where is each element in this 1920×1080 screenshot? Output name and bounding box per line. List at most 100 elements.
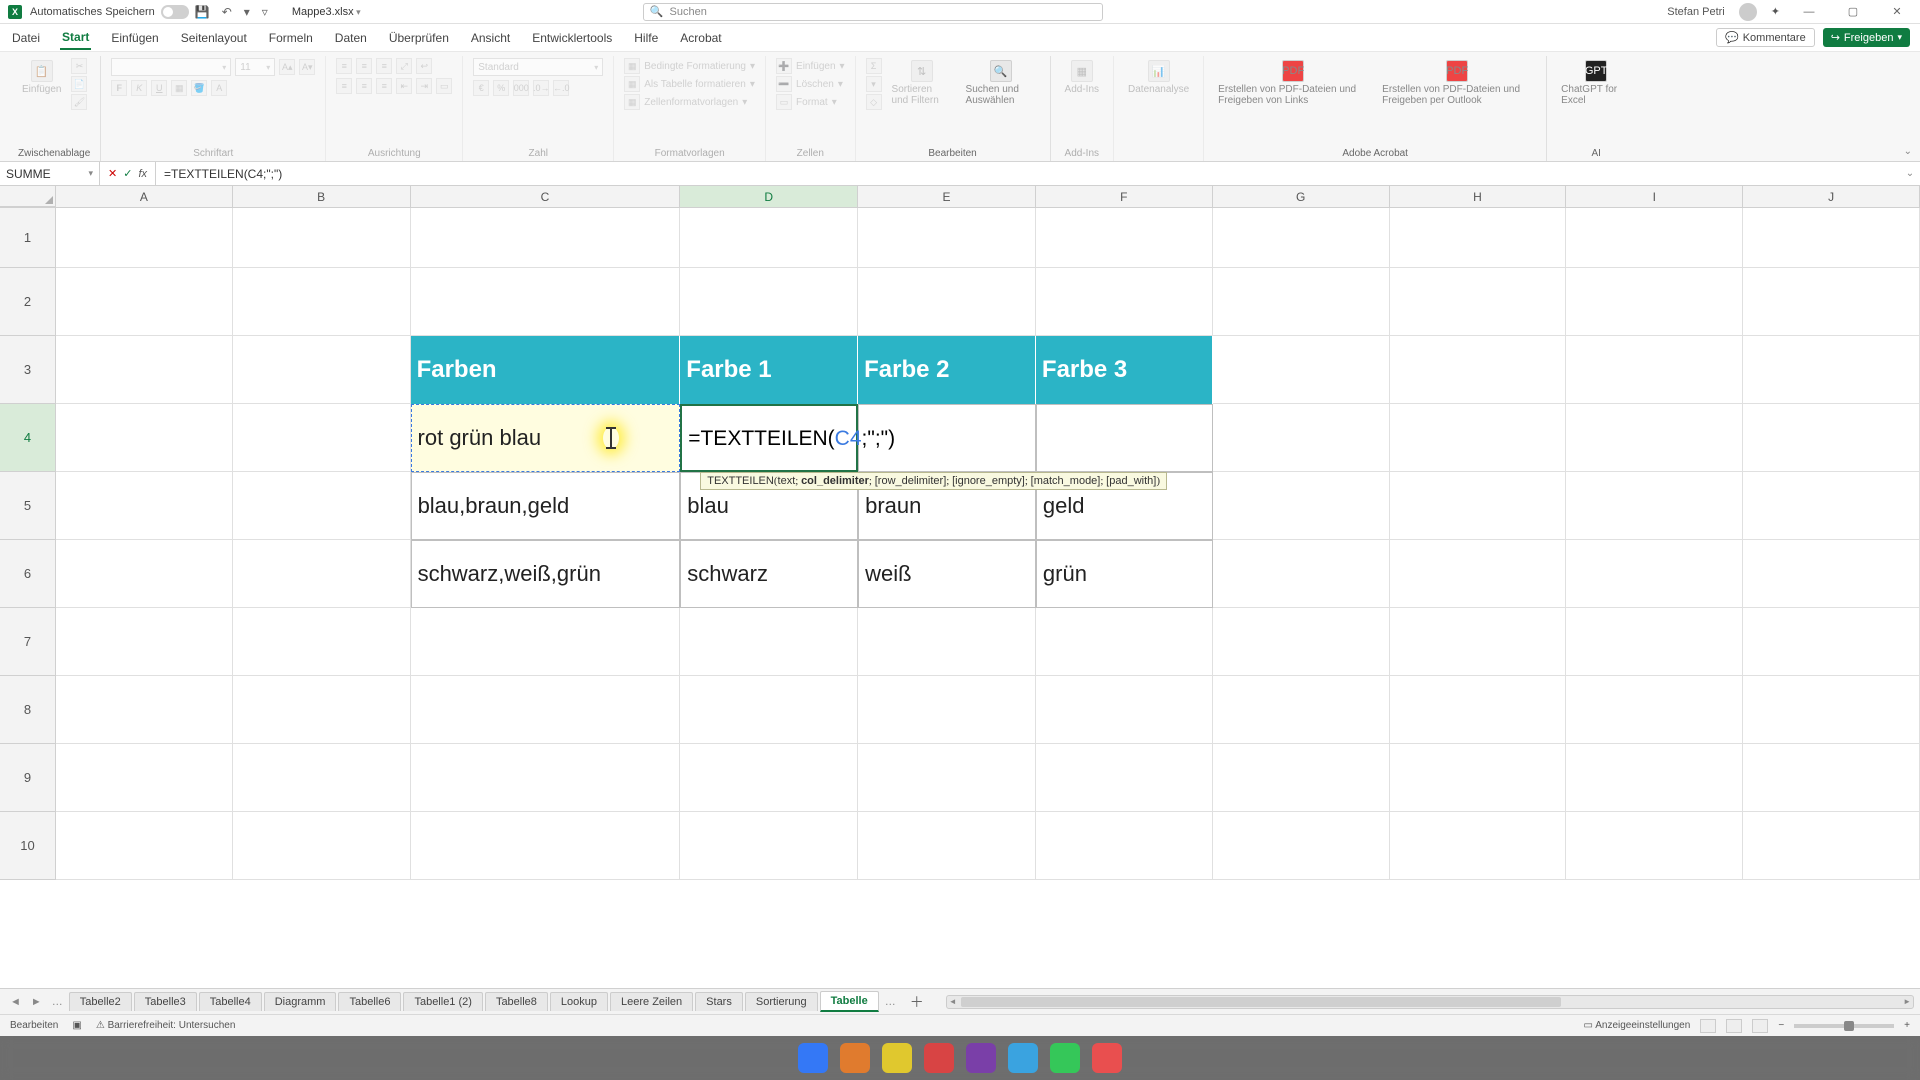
row-header-4[interactable]: 4 [0,404,56,472]
cell-h8[interactable] [1390,676,1567,744]
autosave-toggle[interactable]: Automatisches Speichern [30,5,189,19]
cell-h1[interactable] [1390,208,1567,268]
cell-d10[interactable] [680,812,858,880]
cell-j5[interactable] [1743,472,1920,540]
cell-c8[interactable] [411,676,681,744]
ribbon-collapse-icon[interactable]: ⌄ [1904,146,1912,157]
cell-i8[interactable] [1566,676,1743,744]
cell-h5[interactable] [1390,472,1567,540]
cell-j3[interactable] [1743,336,1920,404]
cell-c5[interactable]: blau,braun,geld [411,472,681,540]
cell-a5[interactable] [56,472,233,540]
cell-d1[interactable] [680,208,858,268]
number-format-combo[interactable]: Standard [473,58,603,76]
cell-h2[interactable] [1390,268,1567,336]
underline-button[interactable]: U [151,80,167,96]
select-all-corner[interactable] [0,186,56,207]
cell-g6[interactable] [1213,540,1390,608]
display-settings-button[interactable]: ▭ Anzeigeeinstellungen [1584,1020,1691,1031]
comma-style-icon[interactable]: 000 [513,80,529,96]
taskbar-app-icon[interactable] [1050,1043,1080,1073]
cell-i3[interactable] [1566,336,1743,404]
normal-view-icon[interactable] [1700,1019,1716,1033]
row-header-5[interactable]: 5 [0,472,56,540]
cell-styles-button[interactable]: ▦Zellenformatvorlagen ▾ [624,94,747,110]
cell-d8[interactable] [680,676,858,744]
worksheet-grid[interactable]: A B C D E F G H I J 1 2 3 Farben Farbe 1… [0,186,1920,988]
align-top-icon[interactable]: ≡ [336,58,352,74]
cell-a6[interactable] [56,540,233,608]
cell-a10[interactable] [56,812,233,880]
cell-j4[interactable] [1743,404,1920,472]
sheet-tab-tabelle6[interactable]: Tabelle6 [338,992,401,1011]
cells-delete-button[interactable]: ➖Löschen ▾ [776,76,843,92]
tab-ansicht[interactable]: Ansicht [469,27,512,49]
paste-button[interactable]: 📋 Einfügen [18,58,65,97]
increase-decimal-icon[interactable]: .0→ [533,80,549,96]
fill-color-icon[interactable]: 🪣 [191,80,207,96]
cell-i4[interactable] [1566,404,1743,472]
cell-c3[interactable]: Farben [411,336,681,404]
qat-customize-icon[interactable]: ▿ [262,5,268,19]
row-header-6[interactable]: 6 [0,540,56,608]
cut-icon[interactable]: ✂ [71,58,87,74]
maximize-button[interactable]: ▢ [1838,5,1868,18]
cell-b4[interactable] [233,404,411,472]
find-select-button[interactable]: 🔍 Suchen und Auswählen [962,58,1040,108]
conditional-formatting-button[interactable]: ▦Bedingte Formatierung ▾ [624,58,755,74]
sheet-tab-diagramm[interactable]: Diagramm [264,992,337,1011]
tab-daten[interactable]: Daten [333,27,369,49]
sheet-tab-lookup[interactable]: Lookup [550,992,608,1011]
align-right-icon[interactable]: ≡ [376,78,392,94]
cell-j10[interactable] [1743,812,1920,880]
sheet-tab-tabelle1-2[interactable]: Tabelle1 (2) [403,992,482,1011]
pdf-outlook-button[interactable]: PDF Erstellen von PDF-Dateien und Freige… [1378,58,1536,108]
format-as-table-button[interactable]: ▦Als Tabelle formatieren ▾ [624,76,755,92]
cell-e2[interactable] [858,268,1036,336]
sort-filter-button[interactable]: ⇅ Sortieren und Filtern [888,58,956,108]
cell-d3[interactable]: Farbe 1 [680,336,858,404]
tab-acrobat[interactable]: Acrobat [678,27,723,49]
increase-font-icon[interactable]: A▴ [279,59,295,75]
cell-g7[interactable] [1213,608,1390,676]
cell-j6[interactable] [1743,540,1920,608]
decrease-indent-icon[interactable]: ⇤ [396,78,412,94]
cell-f9[interactable] [1036,744,1213,812]
col-header-i[interactable]: I [1566,186,1743,207]
sheet-tab-tabelle8[interactable]: Tabelle8 [485,992,548,1011]
sheet-overflow-icon[interactable]: … [881,996,900,1008]
taskbar-app-icon[interactable] [840,1043,870,1073]
cell-c7[interactable] [411,608,681,676]
addins-button[interactable]: ▦ Add-Ins [1061,58,1103,97]
tab-einfuegen[interactable]: Einfügen [109,27,160,49]
cell-a4[interactable] [56,404,233,472]
font-color-icon[interactable]: A [211,80,227,96]
italic-button[interactable]: K [131,80,147,96]
col-header-h[interactable]: H [1390,186,1567,207]
cell-g5[interactable] [1213,472,1390,540]
taskbar-app-icon[interactable] [1092,1043,1122,1073]
cell-i9[interactable] [1566,744,1743,812]
user-name[interactable]: Stefan Petri [1667,6,1724,18]
currency-icon[interactable]: € [473,80,489,96]
cell-a9[interactable] [56,744,233,812]
cells-format-button[interactable]: ▭Format ▾ [776,94,837,110]
sheet-nav-next-icon[interactable]: ► [27,996,46,1008]
cell-i5[interactable] [1566,472,1743,540]
cell-j7[interactable] [1743,608,1920,676]
cell-e3[interactable]: Farbe 2 [858,336,1036,404]
row-header-10[interactable]: 10 [0,812,56,880]
tab-hilfe[interactable]: Hilfe [632,27,660,49]
cell-g2[interactable] [1213,268,1390,336]
tab-entwicklertools[interactable]: Entwicklertools [530,27,614,49]
row-header-2[interactable]: 2 [0,268,56,336]
fill-icon[interactable]: ▾ [866,76,882,92]
clear-icon[interactable]: ◇ [866,94,882,110]
cell-g10[interactable] [1213,812,1390,880]
cell-i7[interactable] [1566,608,1743,676]
bold-button[interactable]: F [111,80,127,96]
cell-d7[interactable] [680,608,858,676]
sheet-tab-tabelle[interactable]: Tabelle [820,991,879,1012]
cell-a1[interactable] [56,208,233,268]
cell-b3[interactable] [233,336,411,404]
